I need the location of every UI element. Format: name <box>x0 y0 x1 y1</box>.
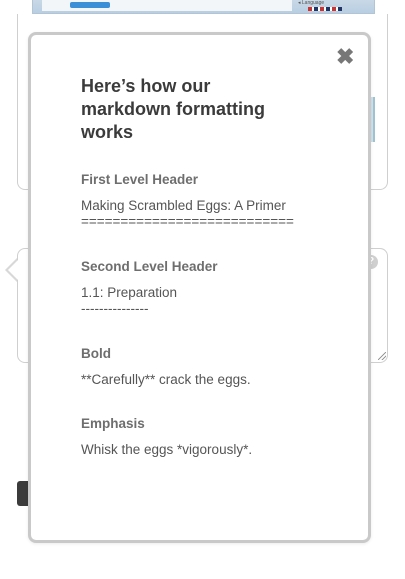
background-popover-arrow-fill <box>8 260 18 280</box>
first-level-header-section: First Level Header Making Scrambled Eggs… <box>81 172 351 230</box>
emphasis-section: Emphasis Whisk the eggs *vigorously*. <box>81 416 351 458</box>
markdown-help-modal: ✖ Here’s how our markdown formatting wor… <box>28 32 371 543</box>
resize-handle-icon[interactable] <box>378 352 386 360</box>
section-example: 1.1: Preparation --------------- <box>81 285 178 316</box>
section-header: Second Level Header <box>81 259 218 274</box>
section-example: **Carefully** crack the eggs. <box>81 372 251 387</box>
background-language-flags <box>308 7 342 11</box>
page: ◂ Language ? ✖ Here’s how our markdown f… <box>0 0 405 579</box>
close-icon[interactable]: ✖ <box>336 46 354 68</box>
background-thumbnail-accent <box>70 2 110 8</box>
section-header: Emphasis <box>81 416 145 431</box>
section-example: Whisk the eggs *vigorously*. <box>81 442 253 457</box>
second-level-header-section: Second Level Header 1.1: Preparation ---… <box>81 259 351 317</box>
section-header: Bold <box>81 346 111 361</box>
modal-title: Here’s how our markdown formatting works <box>81 76 266 142</box>
background-language-label: ◂ Language <box>298 0 325 6</box>
section-example: Making Scrambled Eggs: A Primer ========… <box>81 198 294 229</box>
section-header: First Level Header <box>81 172 199 187</box>
bold-section: Bold **Carefully** crack the eggs. <box>81 346 351 388</box>
